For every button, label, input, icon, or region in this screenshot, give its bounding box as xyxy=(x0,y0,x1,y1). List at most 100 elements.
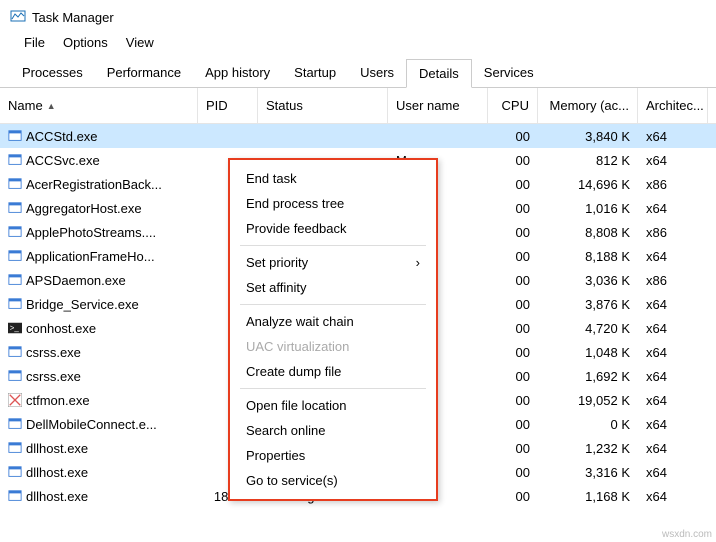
cell-cpu: 00 xyxy=(488,273,538,288)
cell-arch: x86 xyxy=(638,225,708,240)
cell-mem: 8,188 K xyxy=(538,249,638,264)
cell-cpu: 00 xyxy=(488,129,538,144)
tab-app-history[interactable]: App history xyxy=(193,59,282,88)
col-user[interactable]: User name xyxy=(388,88,488,123)
column-headers: Name▲ PID Status User name CPU Memory (a… xyxy=(0,88,716,124)
app-icon xyxy=(10,8,26,27)
ctx-end-tree[interactable]: End process tree xyxy=(230,191,436,216)
tab-processes[interactable]: Processes xyxy=(10,59,95,88)
col-mem[interactable]: Memory (ac... xyxy=(538,88,638,123)
cell-name: csrss.exe xyxy=(0,369,198,384)
watermark: wsxdn.com xyxy=(662,529,712,540)
ctx-wait[interactable]: Analyze wait chain xyxy=(230,309,436,334)
cell-mem: 3,316 K xyxy=(538,465,638,480)
menu-file[interactable]: File xyxy=(24,35,45,50)
ctx-priority[interactable]: Set priority › xyxy=(230,250,436,275)
tab-details[interactable]: Details xyxy=(406,59,472,88)
ctx-dump[interactable]: Create dump file xyxy=(230,359,436,384)
menu-options[interactable]: Options xyxy=(63,35,108,50)
cell-mem: 1,168 K xyxy=(538,489,638,504)
cell-name: AggregatorHost.exe xyxy=(0,201,198,216)
cell-cpu: 00 xyxy=(488,249,538,264)
cell-arch: x64 xyxy=(638,345,708,360)
cell-mem: 1,692 K xyxy=(538,369,638,384)
cell-arch: x64 xyxy=(638,369,708,384)
cell-mem: 1,232 K xyxy=(538,441,638,456)
cell-cpu: 00 xyxy=(488,465,538,480)
cell-name: ACCSvc.exe xyxy=(0,153,198,168)
cell-name: ctfmon.exe xyxy=(0,393,198,408)
col-name[interactable]: Name▲ xyxy=(0,88,198,123)
tab-services[interactable]: Services xyxy=(472,59,546,88)
chevron-right-icon: › xyxy=(416,255,420,270)
cell-name: AcerRegistrationBack... xyxy=(0,177,198,192)
ctx-end-task[interactable]: End task xyxy=(230,166,436,191)
ctx-feedback[interactable]: Provide feedback xyxy=(230,216,436,241)
ctx-affinity[interactable]: Set affinity xyxy=(230,275,436,300)
cell-arch: x64 xyxy=(638,441,708,456)
cell-mem: 19,052 K xyxy=(538,393,638,408)
cell-cpu: 00 xyxy=(488,297,538,312)
cell-mem: 3,876 K xyxy=(538,297,638,312)
cell-cpu: 00 xyxy=(488,153,538,168)
cell-arch: x64 xyxy=(638,153,708,168)
cell-name: ApplicationFrameHo... xyxy=(0,249,198,264)
cell-name: csrss.exe xyxy=(0,345,198,360)
cell-arch: x64 xyxy=(638,201,708,216)
context-menu: End task End process tree Provide feedba… xyxy=(228,158,438,501)
cell-arch: x64 xyxy=(638,321,708,336)
cell-name: ACCStd.exe xyxy=(0,129,198,144)
tab-startup[interactable]: Startup xyxy=(282,59,348,88)
ctx-goto[interactable]: Go to service(s) xyxy=(230,468,436,493)
cell-name: DellMobileConnect.e... xyxy=(0,417,198,432)
menu-view[interactable]: View xyxy=(126,35,154,50)
cell-mem: 1,016 K xyxy=(538,201,638,216)
cell-name: APSDaemon.exe xyxy=(0,273,198,288)
tabs: Processes Performance App history Startu… xyxy=(0,58,716,88)
ctx-sep xyxy=(240,245,426,246)
cell-arch: x64 xyxy=(638,465,708,480)
window-title: Task Manager xyxy=(32,10,114,25)
tab-users[interactable]: Users xyxy=(348,59,406,88)
ctx-priority-label: Set priority xyxy=(246,255,308,270)
cell-mem: 3,840 K xyxy=(538,129,638,144)
cell-mem: 3,036 K xyxy=(538,273,638,288)
col-cpu[interactable]: CPU xyxy=(488,88,538,123)
cell-mem: 1,048 K xyxy=(538,345,638,360)
col-pid[interactable]: PID xyxy=(198,88,258,123)
cell-arch: x64 xyxy=(638,489,708,504)
ctx-props[interactable]: Properties xyxy=(230,443,436,468)
cell-name: dllhost.exe xyxy=(0,441,198,456)
cell-cpu: 00 xyxy=(488,177,538,192)
cell-arch: x64 xyxy=(638,393,708,408)
table-row[interactable]: ACCStd.exe003,840 Kx64 xyxy=(0,124,716,148)
cell-name: dllhost.exe xyxy=(0,489,198,504)
ctx-uac: UAC virtualization xyxy=(230,334,436,359)
cell-cpu: 00 xyxy=(488,393,538,408)
cell-mem: 812 K xyxy=(538,153,638,168)
sort-asc-icon: ▲ xyxy=(47,101,56,111)
cell-arch: x64 xyxy=(638,249,708,264)
tab-performance[interactable]: Performance xyxy=(95,59,193,88)
cell-cpu: 00 xyxy=(488,369,538,384)
ctx-sep xyxy=(240,388,426,389)
ctx-sep xyxy=(240,304,426,305)
cell-cpu: 00 xyxy=(488,441,538,456)
cell-mem: 14,696 K xyxy=(538,177,638,192)
cell-cpu: 00 xyxy=(488,417,538,432)
cell-cpu: 00 xyxy=(488,489,538,504)
cell-cpu: 00 xyxy=(488,345,538,360)
cell-name: dllhost.exe xyxy=(0,465,198,480)
menubar: File Options View xyxy=(0,31,716,58)
cell-arch: x86 xyxy=(638,177,708,192)
cell-name: Bridge_Service.exe xyxy=(0,297,198,312)
ctx-search[interactable]: Search online xyxy=(230,418,436,443)
ctx-open-loc[interactable]: Open file location xyxy=(230,393,436,418)
cell-arch: x64 xyxy=(638,417,708,432)
col-status[interactable]: Status xyxy=(258,88,388,123)
cell-cpu: 00 xyxy=(488,201,538,216)
cell-mem: 0 K xyxy=(538,417,638,432)
cell-arch: x64 xyxy=(638,297,708,312)
cell-mem: 4,720 K xyxy=(538,321,638,336)
col-arch[interactable]: Architec... xyxy=(638,88,708,123)
